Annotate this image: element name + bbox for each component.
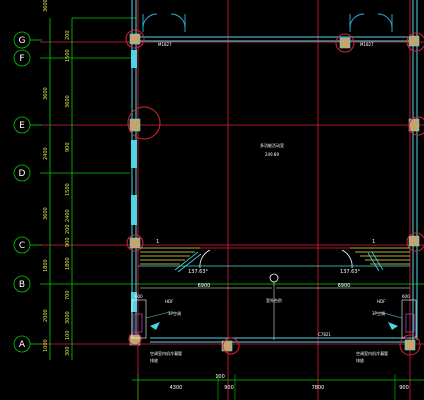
- column-a3: [404, 339, 416, 351]
- bottom-door-label: C7821: [318, 332, 331, 337]
- column-c1: [129, 237, 141, 249]
- axis-bubble-d: D: [13, 164, 31, 182]
- window-left-1: [131, 50, 137, 68]
- span-dim-1: 6900: [198, 283, 211, 289]
- dims-left-inner: 200 1500 3600 900 1500 2400 200 900 1800…: [65, 30, 71, 356]
- door-swing-2a: [349, 13, 365, 29]
- door-swing-2b: [377, 13, 393, 29]
- bottom-dim-5: 900: [399, 385, 409, 391]
- bottom-dim-3: 900: [224, 385, 234, 391]
- equip-label-right: 3P空调: [372, 310, 385, 316]
- dim-inner-13: 300: [65, 346, 71, 356]
- equip-label-left: 3P空调: [168, 310, 181, 316]
- column-e1: [129, 118, 141, 132]
- dim-inner-7: 200: [65, 224, 71, 234]
- dim-outer-3: 2400: [43, 147, 49, 160]
- grid-lines: [40, 0, 424, 400]
- door-swing-c2: [341, 249, 353, 269]
- axis-bubble-a: A: [13, 335, 42, 353]
- axis-label-d: D: [19, 169, 26, 179]
- angle-right: 137.63°: [340, 269, 360, 275]
- span-dim-2: 6900: [338, 283, 351, 289]
- dim-inner-9: 1800: [65, 257, 71, 270]
- center-circle: [269, 273, 279, 283]
- bottom-dims: 4300 100 900 7800 900: [132, 374, 424, 400]
- center-label: 室外台阶: [266, 297, 282, 303]
- hdf-label-left: HDF: [165, 299, 174, 304]
- bottom-dim-2: 100: [215, 374, 225, 380]
- dim-outer-6: 2000: [43, 309, 49, 322]
- column-c2: [408, 235, 420, 247]
- dim-outer-4: 3600: [43, 207, 49, 220]
- dim-inner-4: 900: [65, 142, 71, 152]
- arrow-left: [150, 322, 160, 330]
- dim-inner-5: 1500: [65, 183, 71, 196]
- axis-label-e: E: [19, 121, 25, 131]
- top-doors: [142, 13, 393, 32]
- axis-lines: [40, 17, 424, 360]
- dim-outer-7: 1000: [43, 339, 49, 352]
- entrance-steps: 1 1 137.63° 137.63°: [138, 239, 410, 275]
- door-swing-c1: [199, 249, 211, 269]
- note-right-2: 排放: [356, 357, 364, 363]
- tag-2: 1: [372, 239, 375, 245]
- height-label-right: 600: [402, 294, 410, 299]
- column-g2: [339, 37, 351, 49]
- axis-label-g: G: [19, 36, 26, 46]
- height-label-left: 600: [135, 294, 143, 299]
- door-label-1: M1827: [158, 42, 172, 47]
- dim-inner-6: 2400: [65, 209, 71, 222]
- handrail-1a: [174, 251, 199, 271]
- hdf-label-right: HDF: [377, 299, 386, 304]
- axis-label-f: F: [19, 54, 24, 64]
- axis-label-b: B: [19, 280, 25, 290]
- dim-inner-12: 100: [65, 330, 71, 340]
- axis-bubble-b: B: [13, 275, 31, 293]
- door-swing-1b: [170, 13, 186, 29]
- axis-label-a: A: [19, 340, 26, 350]
- column-g3: [408, 35, 420, 47]
- bottom-dim-1: 4300: [170, 385, 183, 391]
- room-area: 249.89: [265, 152, 279, 157]
- highlight-circles: [125, 29, 424, 356]
- door-label-2: M1827: [360, 42, 374, 47]
- dim-outer-2: 3600: [43, 87, 49, 100]
- axis-label-c: C: [19, 241, 25, 251]
- arrow-right: [388, 322, 398, 330]
- dim-inner-11: 3000: [65, 311, 71, 324]
- room-name: 多功能活动室: [260, 142, 284, 148]
- window-left-2: [131, 140, 137, 168]
- axis-bubble-f: F: [13, 49, 31, 67]
- column-g1: [129, 33, 141, 45]
- equipment-left: 600 HDF 3P空调 空调室内机冷凝管 排放: [131, 294, 182, 363]
- cad-drawing: G F E D C B A 3600 3600 2400 3600 1800 2…: [13, 0, 424, 400]
- dim-inner-8: 900: [65, 237, 71, 247]
- dim-inner-10: 700: [65, 290, 71, 300]
- dim-inner-2: 1500: [65, 49, 71, 62]
- dim-inner-1: 200: [65, 30, 71, 40]
- dim-inner-3: 3600: [65, 95, 71, 108]
- tag-1: 1: [156, 239, 159, 245]
- axis-bubble-c: C: [13, 236, 42, 254]
- note-left-2: 排放: [150, 357, 158, 363]
- note-left: 空调室内机冷凝管: [150, 350, 182, 356]
- window-left-3: [131, 195, 137, 225]
- axis-bubbles: G F E D C B A: [13, 31, 42, 353]
- door-swing-1a: [142, 13, 158, 29]
- bottom-dim-4: 7800: [312, 385, 325, 391]
- room-label: 多功能活动室 249.89: [260, 142, 284, 157]
- dims-left-outer: 3600 3600 2400 3600 1800 2000 1000: [43, 0, 49, 352]
- axis-bubble-g: G: [13, 31, 42, 49]
- note-right: 空调室内机冷凝管: [356, 350, 388, 356]
- dim-outer-1: 3600: [43, 0, 49, 12]
- axis-bubble-e: E: [13, 116, 42, 134]
- angle-left: 137.63°: [188, 269, 208, 275]
- handrail-2a: [371, 251, 384, 271]
- equip-leader-left: [145, 311, 171, 319]
- dim-outer-5: 1800: [43, 259, 49, 272]
- equipment-right: 600 HDF 3P空调 空调室内机冷凝管 排放: [356, 294, 417, 363]
- walls: [131, 0, 418, 343]
